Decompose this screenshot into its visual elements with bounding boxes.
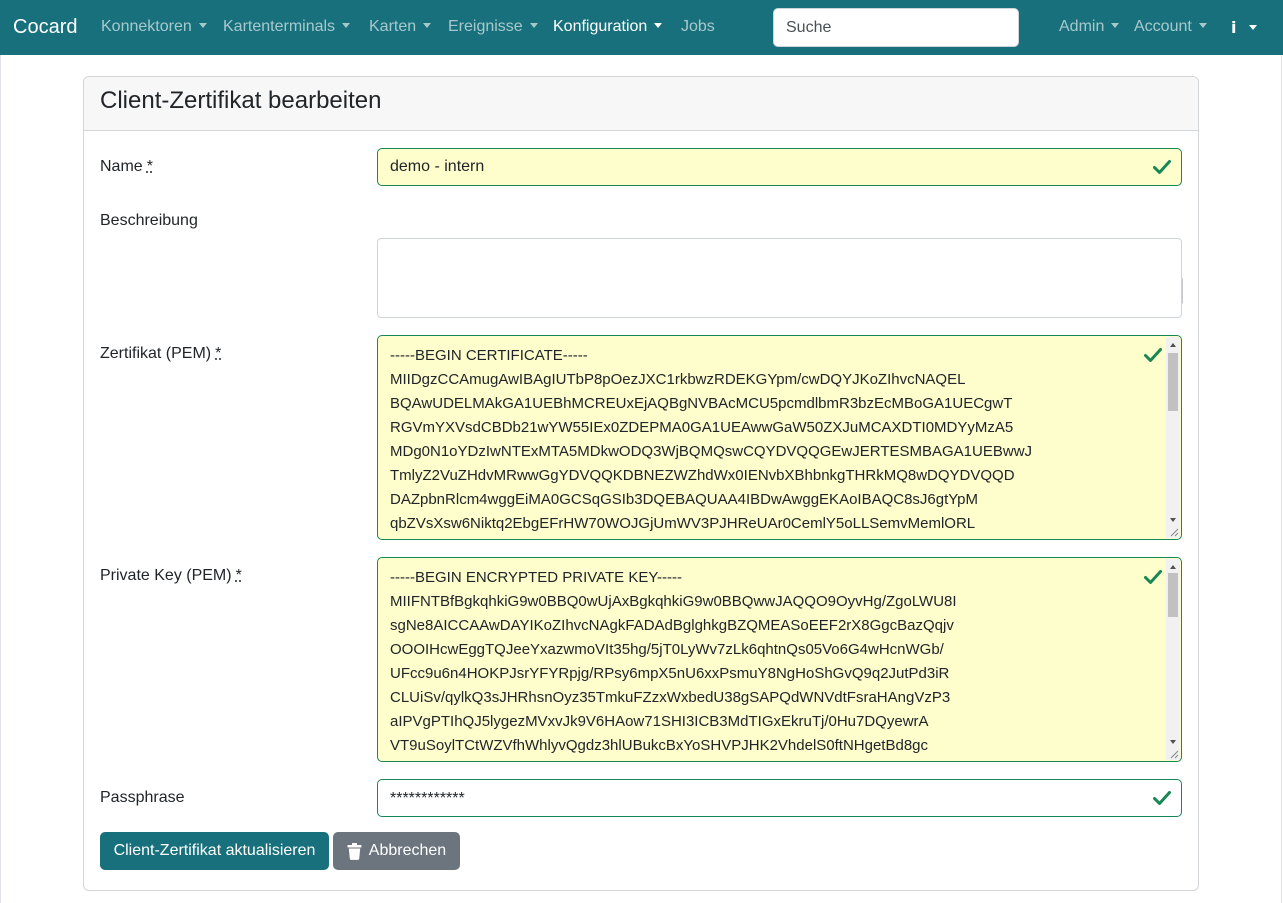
chevron-down-icon — [1249, 25, 1258, 30]
nav-konnektoren[interactable]: Konnektoren — [101, 18, 207, 36]
update-certificate-button[interactable]: Client-Zertifikat aktualisieren — [100, 832, 329, 870]
private-key-textarea[interactable]: -----BEGIN ENCRYPTED PRIVATE KEY----- MI… — [377, 557, 1182, 762]
brand-logo[interactable]: Cocard — [13, 16, 77, 39]
private-key-value: -----BEGIN ENCRYPTED PRIVATE KEY----- MI… — [390, 569, 957, 754]
trash-icon — [347, 842, 362, 860]
scroll-up-icon[interactable] — [1170, 565, 1176, 569]
edit-card: Client-Zertifikat bearbeiten Name * demo … — [83, 76, 1199, 891]
certificate-value: -----BEGIN CERTIFICATE----- MIIDgzCCAmug… — [390, 347, 1033, 532]
nav-konfiguration[interactable]: Konfiguration — [553, 18, 663, 36]
chevron-down-icon — [342, 23, 351, 28]
card-header: Client-Zertifikat bearbeiten — [84, 77, 1198, 131]
passphrase-value: ************ — [390, 790, 465, 807]
passphrase-label: Passphrase — [100, 789, 185, 806]
scrollbar[interactable] — [1166, 559, 1180, 760]
check-icon — [1144, 348, 1162, 362]
check-icon — [1153, 791, 1171, 805]
description-editor[interactable] — [377, 238, 1182, 318]
chevron-down-icon — [423, 23, 432, 28]
resize-handle-icon[interactable] — [1170, 528, 1179, 537]
page-title: Client-Zertifikat bearbeiten — [100, 87, 382, 114]
certificate-viewport: -----BEGIN CERTIFICATE----- MIIDgzCCAmug… — [378, 336, 1167, 539]
nav-account[interactable]: Account — [1134, 18, 1207, 36]
page-border-left — [0, 55, 1, 903]
resize-handle-icon[interactable] — [1170, 750, 1179, 759]
description-label: Beschreibung — [100, 212, 198, 229]
passphrase-field[interactable]: ************ — [377, 779, 1182, 817]
nav-kartenterminals[interactable]: Kartenterminals — [223, 18, 351, 36]
chevron-down-icon — [1198, 23, 1207, 28]
private-key-label: Private Key (PEM) * — [100, 567, 242, 584]
name-value: demo - intern — [390, 158, 485, 175]
check-icon — [1144, 570, 1162, 584]
scrollbar-thumb[interactable] — [1168, 573, 1178, 617]
nav-ereignisse[interactable]: Ereignisse — [448, 18, 538, 36]
check-icon — [1153, 160, 1171, 174]
required-mark: * — [235, 567, 242, 584]
chevron-down-icon — [198, 23, 207, 28]
nav-karten[interactable]: Karten — [369, 18, 432, 36]
required-mark: * — [146, 158, 153, 175]
name-label: Name * — [100, 158, 153, 175]
top-navbar: Cocard Konnektoren Kartenterminals Karte… — [0, 0, 1283, 55]
chevron-down-icon — [654, 23, 663, 28]
chevron-down-icon — [529, 23, 538, 28]
scroll-down-icon[interactable] — [1170, 740, 1176, 744]
info-icon: i — [1231, 18, 1237, 37]
private-key-viewport: -----BEGIN ENCRYPTED PRIVATE KEY----- MI… — [378, 558, 1167, 761]
cancel-button[interactable]: Abbrechen — [333, 832, 460, 870]
cancel-label: Abbrechen — [368, 842, 447, 859]
certificate-label: Zertifikat (PEM) * — [100, 345, 222, 362]
nav-info[interactable]: i — [1231, 18, 1258, 37]
nav-admin[interactable]: Admin — [1059, 18, 1120, 36]
scrollbar[interactable] — [1166, 337, 1180, 538]
search-input[interactable] — [773, 8, 1019, 47]
scroll-up-icon[interactable] — [1170, 343, 1176, 347]
required-mark: * — [215, 345, 222, 362]
scrollbar-thumb[interactable] — [1168, 353, 1178, 411]
certificate-textarea[interactable]: -----BEGIN CERTIFICATE----- MIIDgzCCAmug… — [377, 335, 1182, 540]
page-border-right — [1281, 55, 1282, 903]
chevron-down-icon — [1111, 23, 1120, 28]
name-field[interactable]: demo - intern — [377, 148, 1182, 186]
scroll-down-icon[interactable] — [1170, 518, 1176, 522]
nav-jobs[interactable]: Jobs — [681, 18, 715, 36]
